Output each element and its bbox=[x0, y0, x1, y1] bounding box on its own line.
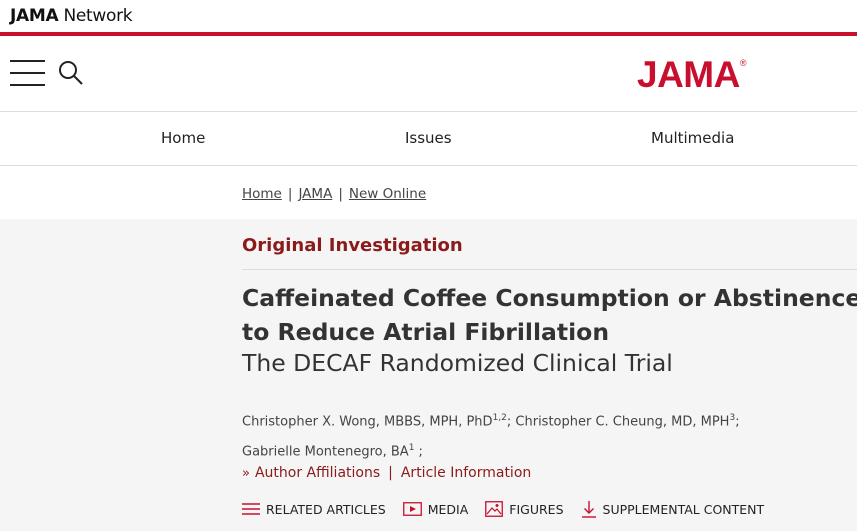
nav-issues[interactable]: Issues bbox=[405, 129, 452, 147]
breadcrumb: Home | JAMA | New Online bbox=[242, 186, 427, 202]
jama-network-bar: JAMA Network bbox=[0, 0, 857, 36]
article-title: Caffeinated Coffee Consumption or Abstin… bbox=[242, 284, 857, 346]
image-icon bbox=[485, 501, 504, 517]
author-list: Christopher X. Wong, MBBS, MPH, PhD1,2; … bbox=[242, 413, 740, 460]
author-name[interactable]: Christopher C. Cheung, MD, MPH bbox=[515, 414, 729, 429]
breadcrumb-jama[interactable]: JAMA bbox=[298, 186, 332, 202]
divider bbox=[242, 269, 857, 270]
media-button[interactable]: MEDIA bbox=[402, 502, 468, 517]
list-icon bbox=[242, 503, 260, 515]
article-header: Original Investigation Caffeinated Coffe… bbox=[0, 219, 857, 531]
article-subtitle: The DECAF Randomized Clinical Trial bbox=[242, 349, 673, 377]
search-icon[interactable] bbox=[58, 60, 84, 86]
supplemental-content-button[interactable]: SUPPLEMENTAL CONTENT bbox=[581, 500, 764, 518]
figures-button[interactable]: FIGURES bbox=[485, 501, 564, 517]
author-affiliation-sup: 1,2 bbox=[492, 413, 507, 423]
author-affiliations-link[interactable]: Author Affiliations bbox=[255, 465, 380, 481]
breadcrumb-bar: Home | JAMA | New Online bbox=[0, 166, 857, 219]
article-type: Original Investigation bbox=[242, 235, 463, 256]
double-chevron-right-icon: » bbox=[242, 465, 250, 481]
nav-multimedia[interactable]: Multimedia bbox=[651, 129, 734, 147]
article-toolbar: RELATED ARTICLES MEDIA FIGURES SUPPLEMEN… bbox=[242, 500, 781, 518]
jama-logo[interactable]: JAMA® bbox=[637, 54, 746, 96]
article-meta-links: » Author Affiliations | Article Informat… bbox=[242, 465, 532, 481]
breadcrumb-home[interactable]: Home bbox=[242, 186, 282, 202]
video-icon bbox=[402, 502, 422, 516]
main-nav: Home Issues Multimedia bbox=[0, 112, 857, 166]
author-name[interactable]: Gabrielle Montenegro, BA bbox=[242, 445, 409, 460]
author-name[interactable]: Christopher X. Wong, MBBS, MPH, PhD bbox=[242, 414, 493, 429]
menu-icon[interactable] bbox=[10, 60, 45, 86]
article-information-link[interactable]: Article Information bbox=[401, 465, 531, 481]
download-icon bbox=[581, 501, 596, 518]
nav-home[interactable]: Home bbox=[161, 129, 205, 147]
site-header: JAMA® bbox=[0, 36, 857, 112]
jama-network-logo[interactable]: JAMA Network bbox=[10, 6, 133, 26]
related-articles-button[interactable]: RELATED ARTICLES bbox=[242, 501, 386, 517]
breadcrumb-new-online[interactable]: New Online bbox=[349, 186, 426, 202]
